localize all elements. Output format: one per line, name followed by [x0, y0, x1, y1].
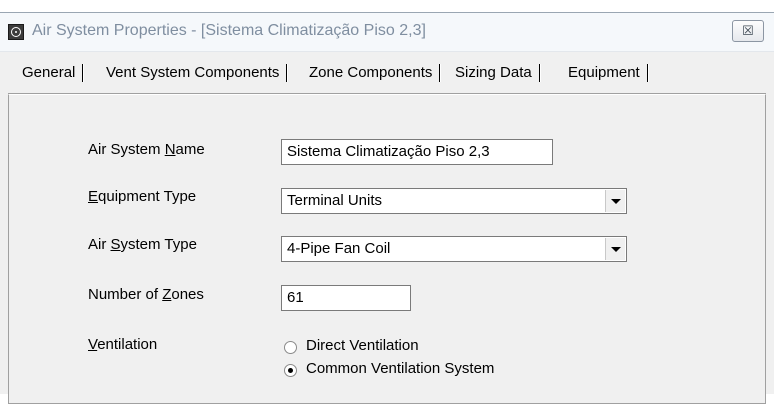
direct-ventilation-radio[interactable] [284, 341, 297, 354]
tab-equipment[interactable]: Equipment [564, 62, 648, 90]
ventilation-label: Ventilation [88, 336, 158, 353]
tab-strip: General Vent System Components Zone Comp… [0, 52, 774, 90]
parent-window-edge [0, 0, 774, 13]
common-ventilation-system-label[interactable]: Common Ventilation System [306, 360, 494, 377]
common-ventilation-system-radio[interactable] [284, 364, 297, 377]
close-icon: ☒ [742, 23, 754, 38]
app-icon [8, 24, 24, 40]
window-title: Air System Properties - [Sistema Climati… [32, 22, 426, 39]
tab-vent-system-components[interactable]: Vent System Components [102, 62, 288, 90]
air-system-name-label: Air System Name [88, 141, 205, 158]
number-of-zones-label: Number of Zones [88, 286, 204, 303]
chevron-down-icon[interactable] [605, 190, 625, 212]
tab-sizing-data[interactable]: Sizing Data [451, 62, 540, 90]
direct-ventilation-label[interactable]: Direct Ventilation [306, 337, 419, 354]
tab-zone-components[interactable]: Zone Components [305, 62, 441, 90]
chevron-down-icon[interactable] [605, 238, 625, 260]
number-of-zones-field[interactable]: 61 [281, 285, 411, 311]
air-system-type-label: Air System Type [88, 236, 197, 253]
close-button[interactable]: ☒ [732, 20, 764, 42]
air-system-type-select[interactable]: 4-Pipe Fan Coil [281, 236, 627, 262]
equipment-type-value: Terminal Units [287, 192, 383, 209]
tab-general[interactable]: General [18, 62, 84, 90]
equipment-type-label: Equipment Type [88, 188, 197, 205]
title-bar[interactable]: Air System Properties - [Sistema Climati… [0, 13, 774, 52]
air-system-properties-dialog: Air System Properties - [Sistema Climati… [0, 0, 774, 404]
air-system-name-field[interactable]: Sistema Climatização Piso 2,3 [281, 139, 553, 165]
equipment-type-select[interactable]: Terminal Units [281, 188, 627, 214]
air-system-type-value: 4-Pipe Fan Coil [287, 240, 391, 257]
